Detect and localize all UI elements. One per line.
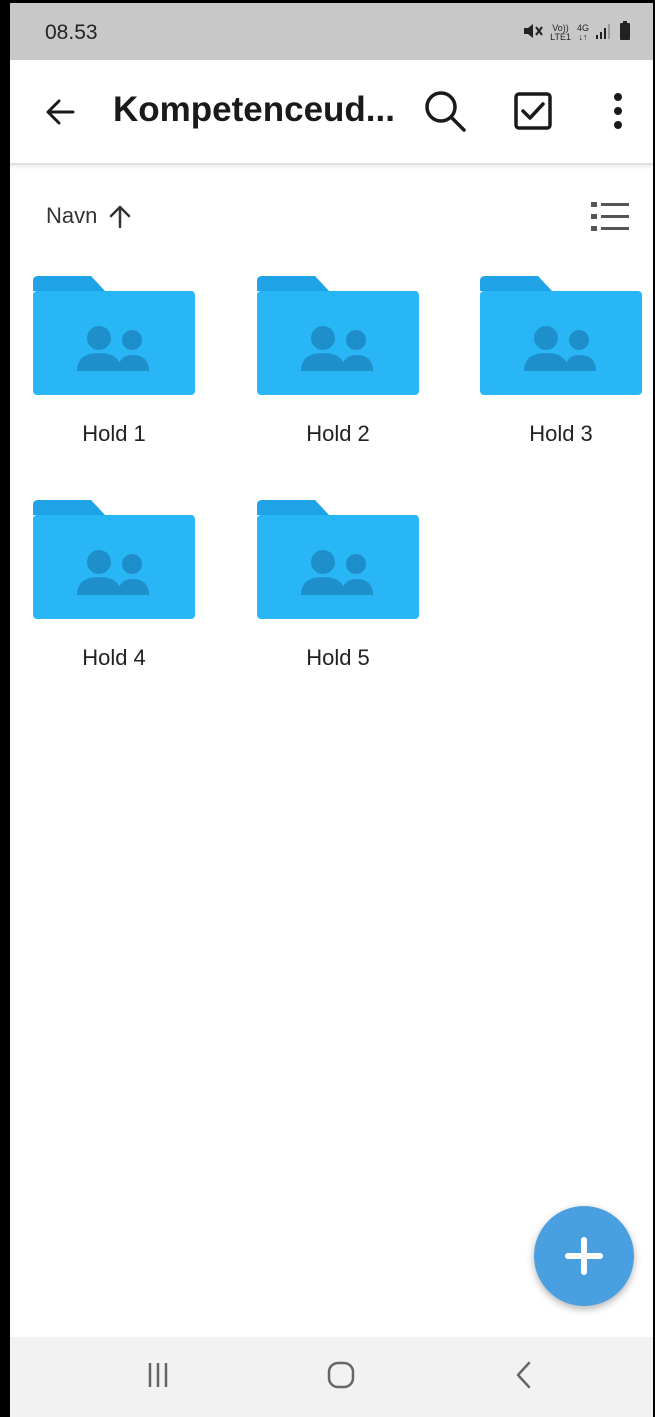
battery-icon — [619, 20, 631, 46]
folder-item[interactable]: Hold 5 — [248, 497, 428, 687]
status-bar: 08.53 Vo)) LTE1 4G ↓↑ — [10, 3, 653, 60]
back-arrow-icon — [46, 99, 75, 125]
home-icon — [327, 1361, 355, 1389]
shared-folder-icon — [33, 276, 195, 395]
folder-label: Hold 4 — [82, 645, 146, 670]
checkbox-icon — [514, 92, 552, 130]
recents-button[interactable] — [128, 1353, 188, 1397]
view-toggle-button[interactable] — [588, 197, 632, 237]
shared-folder-icon — [480, 276, 642, 395]
system-nav-bar — [10, 1337, 653, 1417]
select-button[interactable] — [508, 86, 558, 136]
sort-label: Navn — [46, 203, 98, 228]
app-bar: Kompetenceud... — [10, 60, 653, 165]
screen: 08.53 Vo)) LTE1 4G ↓↑ Kompetenceud... Na… — [10, 3, 653, 1417]
status-icons: Vo)) LTE1 4G ↓↑ — [522, 20, 631, 46]
folder-label: Hold 2 — [306, 421, 370, 446]
volte-icon: Vo)) LTE1 — [550, 23, 571, 42]
page-title: Kompetenceud... — [113, 90, 395, 129]
folder-item[interactable]: Hold 3 — [471, 273, 651, 463]
folder-item[interactable]: Hold 2 — [248, 273, 428, 463]
shared-folder-icon — [257, 276, 419, 395]
shared-folder-icon — [33, 500, 195, 619]
more-vert-icon — [614, 93, 622, 129]
folder-label: Hold 5 — [306, 645, 370, 670]
sort-row: Navn — [10, 193, 653, 239]
back-icon — [516, 1361, 531, 1389]
more-options-button[interactable] — [598, 86, 638, 136]
list-view-icon — [591, 202, 629, 231]
recents-icon — [148, 1363, 168, 1387]
mute-icon — [522, 21, 544, 46]
sort-button[interactable]: Navn — [46, 193, 131, 239]
status-time: 08.53 — [45, 21, 98, 44]
nav-back-button[interactable] — [494, 1353, 554, 1397]
search-icon — [425, 91, 466, 132]
folder-item[interactable]: Hold 1 — [24, 273, 204, 463]
search-button[interactable] — [420, 86, 470, 136]
folder-item[interactable]: Hold 4 — [24, 497, 204, 687]
folder-label: Hold 3 — [529, 421, 593, 446]
folder-label: Hold 1 — [82, 421, 146, 446]
add-button[interactable] — [534, 1206, 634, 1306]
shared-folder-icon — [257, 500, 419, 619]
back-button[interactable] — [40, 90, 80, 134]
arrow-up-icon — [110, 205, 131, 228]
4g-icon: 4G ↓↑ — [576, 23, 589, 42]
signal-icon — [595, 22, 613, 45]
home-button[interactable] — [311, 1353, 371, 1397]
plus-icon — [565, 1237, 603, 1275]
